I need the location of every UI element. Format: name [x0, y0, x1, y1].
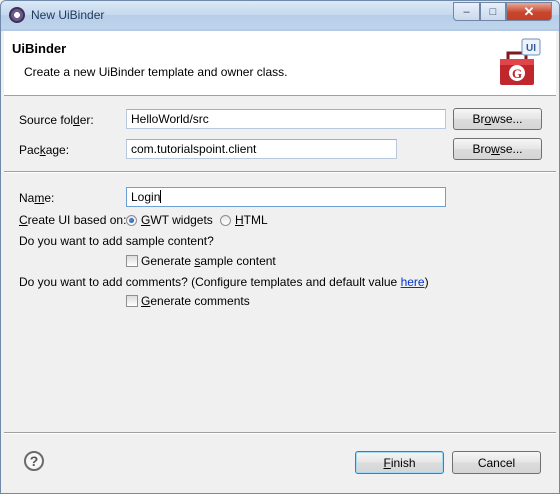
name-field[interactable]: Login	[126, 187, 446, 207]
help-icon[interactable]: ?	[24, 451, 44, 471]
footer-separator	[4, 432, 556, 434]
source-folder-label: Source folder:	[19, 113, 94, 127]
wizard-banner: UiBinder Create a new UiBinder template …	[4, 31, 556, 96]
configure-templates-link[interactable]: here	[401, 275, 425, 289]
uibinder-toolbox-icon: G UI	[500, 38, 541, 85]
maximize-button[interactable]: □	[480, 2, 506, 21]
close-button[interactable]: ✕	[506, 2, 552, 21]
window-title: New UiBinder	[31, 8, 105, 22]
toolbox-badge: UI	[526, 43, 536, 54]
wizard-body: Source folder: HelloWorld/src Br o wse... …	[4, 96, 556, 492]
browse-package-button[interactable]: Bro w se...	[453, 138, 542, 160]
dialog-window: New UiBinder – □ ✕ UiBinder Create a new…	[0, 0, 560, 494]
gwt-widgets-radio[interactable]	[126, 215, 137, 226]
name-label: Name:	[19, 191, 55, 205]
maximize-icon: □	[489, 5, 497, 18]
generate-sample-content-checkbox[interactable]	[126, 255, 138, 267]
create-ui-label: Create UI based on:	[19, 213, 127, 227]
html-radio[interactable]	[220, 215, 231, 226]
close-icon: ✕	[523, 3, 535, 19]
finish-button[interactable]: Finish	[355, 451, 444, 474]
package-label: Package:	[19, 143, 70, 157]
eclipse-app-icon	[9, 7, 25, 23]
comments-question: Do you want to add comments? (Configure …	[19, 275, 429, 289]
package-field[interactable]: com.tutorialspoint.client	[126, 139, 397, 159]
banner-description: Create a new UiBinder template and owner…	[24, 65, 288, 79]
cancel-button[interactable]: Cancel	[452, 451, 541, 474]
html-label[interactable]: HTML	[235, 213, 268, 227]
browse-source-folder-button[interactable]: Br o wse...	[453, 108, 542, 130]
gwt-widgets-label[interactable]: GWT widgets	[141, 213, 213, 227]
banner-title: UiBinder	[12, 41, 67, 56]
source-folder-field[interactable]: HelloWorld/src	[126, 109, 446, 129]
minimize-icon: –	[463, 5, 470, 18]
generate-comments-checkbox[interactable]	[126, 295, 138, 307]
minimize-button[interactable]: –	[453, 2, 480, 21]
title-bar[interactable]: New UiBinder – □ ✕	[1, 1, 559, 29]
generate-comments-label[interactable]: Generate comments	[141, 294, 250, 308]
separator	[4, 171, 556, 173]
generate-sample-content-label[interactable]: Generate sample content	[141, 254, 276, 268]
toolbox-letter: G	[512, 66, 522, 81]
sample-content-question: Do you want to add sample content?	[19, 234, 214, 248]
